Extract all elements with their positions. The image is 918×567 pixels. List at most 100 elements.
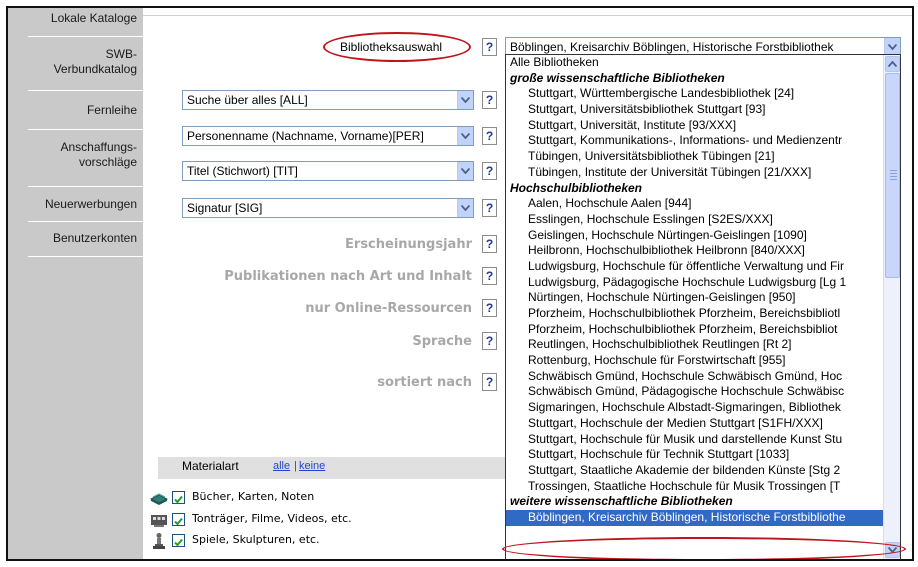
library-option[interactable]: Esslingen, Hochschule Esslingen [S2ES/XX…: [506, 212, 884, 228]
search-field-select-2[interactable]: Personenname (Nachname, Vorname)[PER]: [182, 126, 474, 146]
library-option[interactable]: Stuttgart, Hochschule für Musik und dars…: [506, 432, 884, 448]
materialart-label: Materialart: [182, 459, 239, 473]
library-help-button[interactable]: ?: [482, 38, 497, 56]
library-option[interactable]: Stuttgart, Staatliche Akademie der bilde…: [506, 463, 884, 479]
library-option[interactable]: Aalen, Hochschule Aalen [944]: [506, 196, 884, 212]
scrollbar-thumb[interactable]: [885, 73, 900, 278]
search-field-select-3[interactable]: Titel (Stichwort) [TIT]: [182, 161, 474, 181]
sidebar-item-label: Verbundkatalog: [53, 62, 137, 76]
search-field-help-4[interactable]: ?: [482, 199, 497, 217]
dropdown-scrollbar[interactable]: [883, 55, 900, 559]
library-options: Alle Bibliotheken große wissenschaftliche…: [506, 55, 884, 526]
materialart-checkbox-books[interactable]: [172, 491, 185, 504]
library-option[interactable]: Stuttgart, Württembergische Landesbiblio…: [506, 86, 884, 102]
materialart-checkbox-media[interactable]: [172, 513, 185, 526]
sidebar-item-label: Neuerwerbungen: [44, 197, 137, 211]
library-option[interactable]: Trossingen, Staatliche Hochschule für Mu…: [506, 479, 884, 495]
library-option[interactable]: Heilbronn, Hochschulbibliothek Heilbronn…: [506, 243, 884, 259]
library-option[interactable]: Stuttgart, Hochschule für Technik Stuttg…: [506, 447, 884, 463]
materialart-label-media: Tonträger, Filme, Videos, etc.: [192, 512, 352, 525]
search-field-select-4[interactable]: Signatur [SIG]: [182, 198, 474, 218]
sidebar-item-neuerwerbungen[interactable]: Neuerwerbungen: [8, 197, 143, 212]
library-option[interactable]: Schwäbisch Gmünd, Hochschule Schwäbisch …: [506, 369, 884, 385]
filter-erscheinungsjahr-label: Erscheinungsjahr: [345, 237, 472, 252]
library-option[interactable]: Pforzheim, Hochschulbibliothek Pforzheim…: [506, 306, 884, 322]
search-field-select-1[interactable]: Suche über alles [ALL]: [182, 90, 474, 110]
scroll-up-icon[interactable]: [885, 56, 900, 72]
library-option[interactable]: Stuttgart, Hochschule der Medien Stuttga…: [506, 416, 884, 432]
filter-online-ressourcen-label: nur Online-Ressourcen: [305, 301, 472, 316]
materialart-link-separator: |: [294, 460, 297, 472]
search-field-help-1[interactable]: ?: [482, 91, 497, 109]
library-option[interactable]: Ludwigsburg, Pädagogische Hochschule Lud…: [506, 275, 884, 291]
library-option[interactable]: Schwäbisch Gmünd, Pädagogische Hochschul…: [506, 384, 884, 400]
sidebar-divider: [28, 129, 143, 130]
option-group-label: große wissenschaftliche Bibliotheken: [510, 70, 725, 85]
film-icon: [150, 511, 168, 529]
sidebar-divider: [28, 36, 143, 37]
sidebar-item-label: Lokale Kataloge: [50, 11, 137, 25]
header-divider: [143, 15, 912, 16]
filter-help-sortiert[interactable]: ?: [482, 373, 497, 391]
library-dropdown-list: Alle Bibliotheken große wissenschaftliche…: [505, 54, 901, 559]
highlight-oval-selected: [502, 537, 906, 559]
library-select-label: Bibliotheksauswahl: [340, 40, 443, 54]
filter-help-publikationen[interactable]: ?: [482, 267, 497, 285]
sidebar-item-benutzerkonten[interactable]: Benutzerkonten: [8, 231, 143, 246]
library-option[interactable]: Tübingen, Universitätsbibliothek Tübinge…: [506, 149, 884, 165]
search-field-value: Suche über alles [ALL]: [187, 93, 308, 107]
sidebar-item-lokale-kataloge[interactable]: Lokale Kataloge: [8, 11, 143, 26]
materialart-label-games: Spiele, Skulpturen, etc.: [192, 533, 320, 546]
filter-help-erscheinungsjahr[interactable]: ?: [482, 235, 497, 253]
filter-sprache-label: Sprache: [412, 334, 472, 349]
search-field-value: Personenname (Nachname, Vorname)[PER]: [187, 129, 424, 143]
library-option[interactable]: Stuttgart, Universität, Institute [93/XX…: [506, 118, 884, 134]
materialart-label-books: Bücher, Karten, Noten: [192, 490, 315, 503]
search-field-help-2[interactable]: ?: [482, 127, 497, 145]
filter-publikationen-label: Publikationen nach Art und Inhalt: [224, 269, 472, 284]
sidebar-item-label: Anschaffungs-: [60, 140, 138, 154]
sidebar-divider: [28, 256, 143, 257]
library-option[interactable]: Nürtingen, Hochschule Nürtingen-Geisling…: [506, 290, 884, 306]
sidebar-item-label: Benutzerkonten: [52, 231, 137, 245]
library-option[interactable]: Rottenburg, Hochschule für Forstwirtscha…: [506, 353, 884, 369]
filter-help-online-ressourcen[interactable]: ?: [482, 299, 497, 317]
sidebar-divider: [28, 221, 143, 222]
library-option-selected[interactable]: Böblingen, Kreisarchiv Böblingen, Histor…: [506, 509, 884, 526]
sidebar-item-swb-verbundkatalog[interactable]: SWB- Verbundkatalog: [8, 47, 143, 77]
chevron-down-icon[interactable]: [457, 127, 473, 145]
sidebar-item-label: SWB-: [105, 47, 137, 61]
materialart-all-link[interactable]: alle: [273, 460, 290, 472]
chevron-down-icon[interactable]: [457, 199, 473, 217]
chevron-down-icon[interactable]: [457, 162, 473, 180]
sidebar-item-label: Fernleihe: [86, 103, 137, 117]
materialart-none-link[interactable]: keine: [299, 460, 325, 472]
sculpture-icon: [150, 532, 168, 550]
search-field-help-3[interactable]: ?: [482, 162, 497, 180]
sidebar-item-label: vorschläge: [78, 155, 137, 169]
library-select-value: Böblingen, Kreisarchiv Böblingen, Histor…: [510, 40, 834, 54]
filter-help-sprache[interactable]: ?: [482, 332, 497, 350]
sidebar: Lokale Kataloge SWB- Verbundkatalog Fern…: [8, 8, 143, 559]
library-option[interactable]: Alle Bibliotheken: [506, 55, 884, 71]
library-option[interactable]: Pforzheim, Hochschulbibliothek Pforzheim…: [506, 322, 884, 338]
materialart-checkbox-games[interactable]: [172, 534, 185, 547]
filter-sortiert-label: sortiert nach: [377, 375, 472, 390]
option-group-label: Hochschulbibliotheken: [510, 180, 643, 195]
library-option[interactable]: Sigmaringen, Hochschule Albstadt-Sigmari…: [506, 400, 884, 416]
sidebar-divider: [28, 186, 143, 187]
library-option[interactable]: Stuttgart, Kommunikations-, Informations…: [506, 133, 884, 149]
sidebar-divider: [28, 90, 143, 91]
library-option[interactable]: Stuttgart, Universitätsbibliothek Stuttg…: [506, 102, 884, 118]
library-option[interactable]: Geislingen, Hochschule Nürtingen-Geislin…: [506, 228, 884, 244]
library-option[interactable]: Ludwigsburg, Hochschule für öffentliche …: [506, 259, 884, 275]
chevron-down-icon[interactable]: [457, 91, 473, 109]
option-group-label: weitere wissenschaftliche Bibliotheken: [510, 494, 733, 509]
library-option[interactable]: Reutlingen, Hochschulbibliothek Reutling…: [506, 337, 884, 353]
sidebar-item-fernleihe[interactable]: Fernleihe: [8, 103, 143, 118]
sidebar-item-anschaffungsvorschlaege[interactable]: Anschaffungs- vorschläge: [8, 140, 143, 170]
book-icon: [149, 489, 169, 507]
page-frame: Lokale Kataloge SWB- Verbundkatalog Fern…: [6, 6, 914, 561]
library-option[interactable]: Tübingen, Institute der Universität Tübi…: [506, 165, 884, 181]
search-field-value: Titel (Stichwort) [TIT]: [187, 164, 298, 178]
